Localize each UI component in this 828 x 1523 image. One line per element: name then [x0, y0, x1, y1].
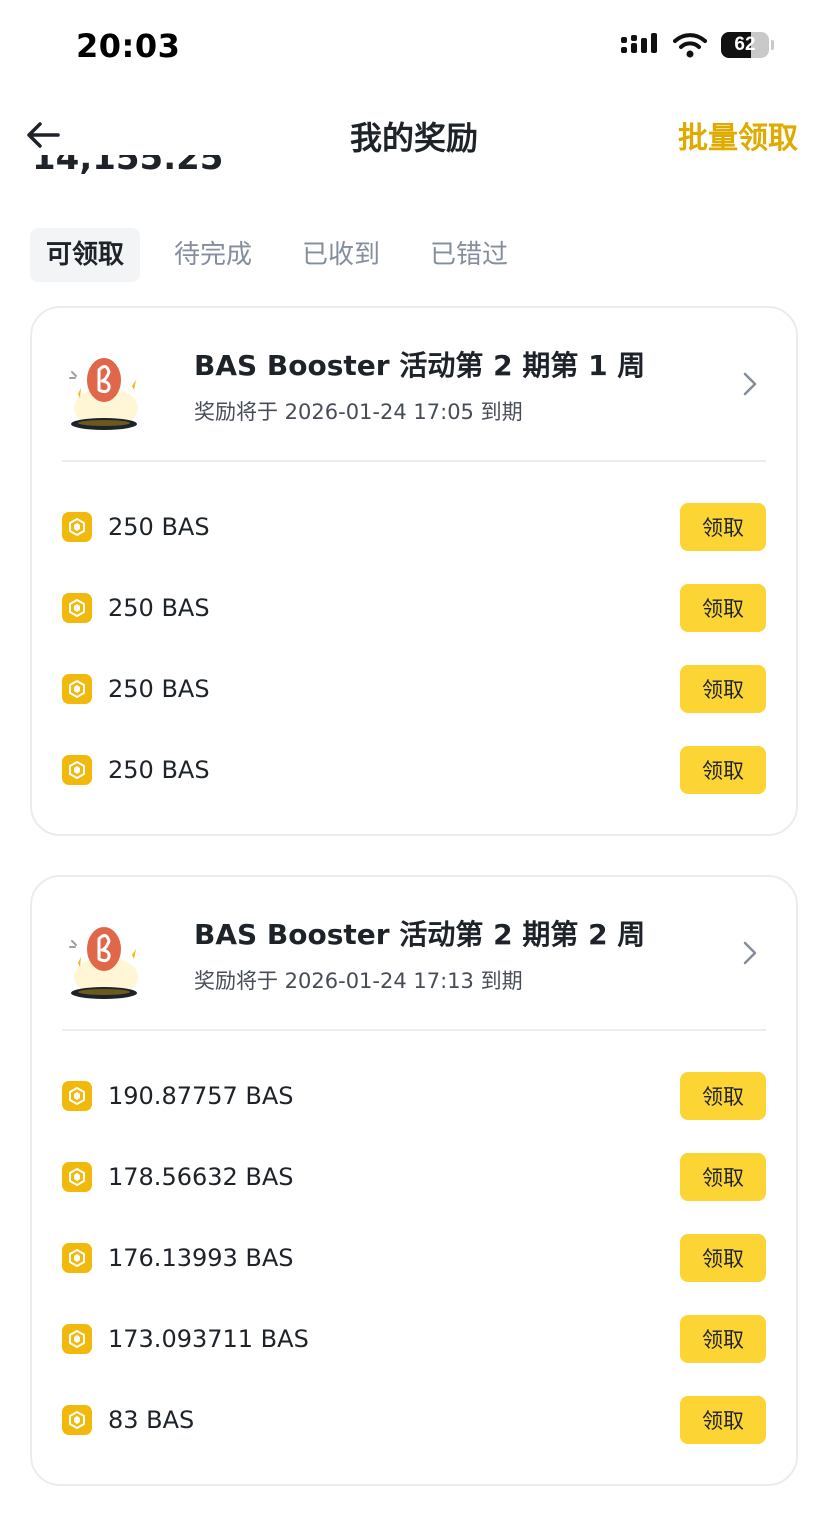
reward-amount: 178.56632 BAS — [108, 1162, 294, 1191]
reward-row: 83 BAS 领取 — [62, 1379, 766, 1460]
reward-row: 250 BAS 领取 — [62, 486, 766, 567]
reward-card: BAS Booster 活动第 2 期第 2 周 奖励将于 2026-01-24… — [30, 875, 798, 1486]
reward-row: 190.87757 BAS 领取 — [62, 1055, 766, 1136]
claim-button[interactable]: 领取 — [680, 665, 766, 713]
reward-row: 173.093711 BAS 领取 — [62, 1298, 766, 1379]
claim-button[interactable]: 领取 — [680, 1072, 766, 1120]
reward-amount: 176.13993 BAS — [108, 1243, 294, 1272]
reward-row: 176.13993 BAS 领取 — [62, 1217, 766, 1298]
claim-button[interactable]: 领取 — [680, 1234, 766, 1282]
bnb-coin-icon — [62, 1323, 92, 1354]
bnb-coin-icon — [62, 673, 92, 704]
tab-claimable[interactable]: 可领取 — [30, 228, 141, 282]
reward-row: 178.56632 BAS 领取 — [62, 1136, 766, 1217]
bnb-coin-icon — [62, 592, 92, 623]
battery-cap — [771, 40, 774, 50]
battery-icon: 62 — [721, 32, 769, 58]
bnb-coin-icon — [62, 1161, 92, 1192]
signal-icon — [621, 33, 657, 53]
reward-amount: 250 BAS — [108, 512, 210, 541]
reward-amount: 250 BAS — [108, 755, 210, 784]
wifi-icon — [673, 33, 707, 58]
battery-level: 62 — [734, 34, 756, 55]
tab-missed[interactable]: 已错过 — [414, 228, 524, 282]
reward-card-header[interactable]: BAS Booster 活动第 2 期第 2 周 奖励将于 2026-01-24… — [32, 877, 796, 1029]
chevron-right-icon — [743, 372, 757, 396]
claim-button[interactable]: 领取 — [680, 503, 766, 551]
partial-total-text: 14,155.25 — [32, 155, 224, 178]
claim-button[interactable]: 领取 — [680, 1396, 766, 1444]
chevron-right-icon — [743, 941, 757, 965]
reward-illustration-icon — [69, 927, 138, 999]
reward-card-expiry: 奖励将于 2026-01-24 17:13 到期 — [194, 969, 523, 993]
reward-amount: 250 BAS — [108, 674, 210, 703]
claim-button[interactable]: 领取 — [680, 584, 766, 632]
status-bar: 20:03 62 — [0, 0, 828, 95]
reward-row: 250 BAS 领取 — [62, 729, 766, 810]
status-icons: 62 — [621, 32, 774, 58]
partial-total-amount: 14,155.25 — [32, 155, 223, 181]
reward-card-header[interactable]: BAS Booster 活动第 2 期第 1 周 奖励将于 2026-01-24… — [32, 308, 796, 460]
reward-list: 190.87757 BAS 领取 178.56632 BAS 领取 176.13… — [32, 1031, 796, 1484]
bnb-coin-icon — [62, 754, 92, 785]
bnb-coin-icon — [62, 1242, 92, 1273]
bnb-coin-icon — [62, 511, 92, 542]
reward-amount: 250 BAS — [108, 593, 210, 622]
reward-amount: 190.87757 BAS — [108, 1081, 294, 1110]
bnb-coin-icon — [62, 1080, 92, 1111]
bnb-coin-icon — [62, 1404, 92, 1435]
reward-card: BAS Booster 活动第 2 期第 1 周 奖励将于 2026-01-24… — [30, 306, 798, 836]
tab-pending[interactable]: 待完成 — [158, 228, 268, 282]
tab-received[interactable]: 已收到 — [286, 228, 396, 282]
claim-button[interactable]: 领取 — [680, 1315, 766, 1363]
reward-tabs: 可领取 待完成 已收到 已错过 — [30, 228, 524, 282]
reward-card-title: BAS Booster 活动第 2 期第 2 周 — [194, 918, 646, 951]
status-time: 20:03 — [76, 27, 181, 65]
reward-row: 250 BAS 领取 — [62, 567, 766, 648]
reward-list: 250 BAS 领取 250 BAS 领取 250 BAS 领取 250 BAS… — [32, 462, 796, 834]
reward-card-title: BAS Booster 活动第 2 期第 1 周 — [194, 349, 646, 382]
reward-card-expiry: 奖励将于 2026-01-24 17:05 到期 — [194, 400, 523, 424]
claim-button[interactable]: 领取 — [680, 1153, 766, 1201]
reward-illustration-icon — [69, 358, 138, 430]
claim-button[interactable]: 领取 — [680, 746, 766, 794]
reward-amount: 173.093711 BAS — [108, 1324, 309, 1353]
batch-claim-button[interactable]: 批量领取 — [678, 113, 798, 157]
reward-amount: 83 BAS — [108, 1405, 195, 1434]
reward-row: 250 BAS 领取 — [62, 648, 766, 729]
